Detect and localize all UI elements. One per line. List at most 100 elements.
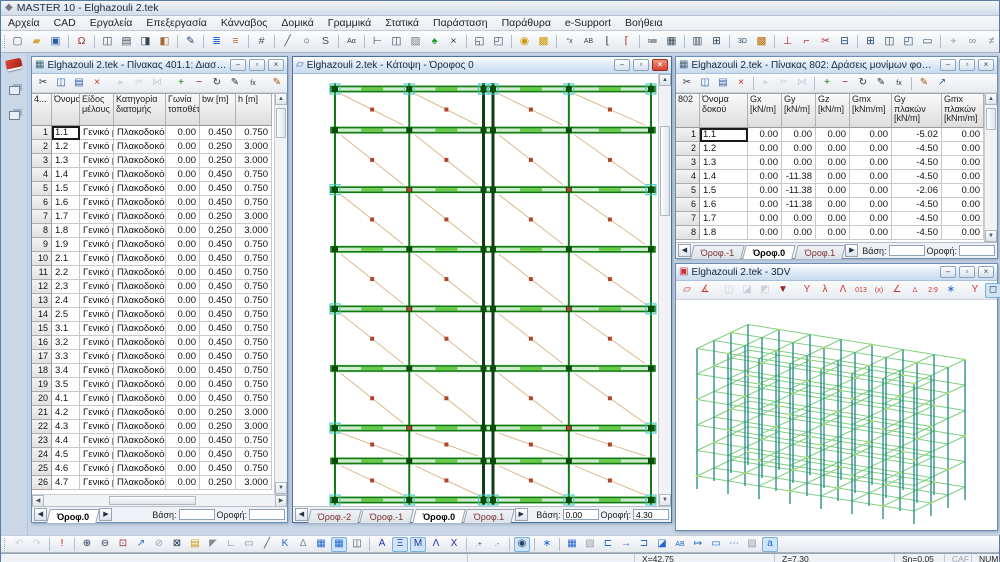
cell[interactable]: 4.3 [52, 420, 80, 434]
minimize-button[interactable]: – [614, 59, 630, 71]
zoom-view-button[interactable]: ◩ [757, 283, 773, 298]
cell[interactable]: 1.4 [52, 168, 80, 182]
cell[interactable]: 0.00 [816, 142, 850, 156]
cell[interactable]: 0.00 [782, 156, 816, 170]
cell[interactable]: 1.7 [52, 210, 80, 224]
cell[interactable]: 0.250 [200, 406, 236, 420]
roof-input[interactable] [959, 245, 995, 256]
cell[interactable]: 0.00 [166, 378, 200, 392]
minimize-button[interactable]: – [230, 59, 246, 71]
cell[interactable]: Πλακοδοκός [114, 392, 166, 406]
cell[interactable]: Πλακοδοκός [114, 140, 166, 154]
cell[interactable]: 3.000 [236, 476, 272, 490]
tools-button[interactable]: × [445, 34, 462, 50]
snap-left-button[interactable]: ⊏ [600, 537, 616, 552]
cell[interactable]: 2.1 [52, 252, 80, 266]
cell[interactable]: 4.6 [52, 462, 80, 476]
cell[interactable]: Γενικό μέ [80, 196, 114, 210]
column-header[interactable]: Gy [kN/m] [782, 94, 816, 128]
cell[interactable]: 0.750 [236, 266, 272, 280]
level-down-button[interactable]: ⌊ [599, 34, 616, 50]
row-number[interactable]: 20 [32, 392, 52, 406]
save-button[interactable]: ▣ [47, 34, 64, 50]
cell[interactable]: 4.1 [52, 392, 80, 406]
point-del-button[interactable]: .- [489, 537, 505, 552]
cell[interactable]: 0.450 [200, 308, 236, 322]
column-header[interactable]: Gz [kN/m] [816, 94, 850, 128]
plan-canvas[interactable] [293, 74, 658, 506]
cell[interactable]: 0.750 [236, 434, 272, 448]
row-number[interactable]: 3 [676, 156, 700, 170]
cell[interactable]: Πλακοδοκός [114, 238, 166, 252]
remove-row-button[interactable]: − [837, 76, 853, 91]
cell[interactable]: 1.8 [52, 224, 80, 238]
row-number[interactable]: 10 [32, 252, 52, 266]
roof-input[interactable] [633, 509, 669, 520]
cell[interactable]: 0.00 [166, 336, 200, 350]
cut-button[interactable]: ✂ [679, 76, 695, 91]
cell[interactable]: Πλακοδοκός [114, 448, 166, 462]
row-number[interactable]: 4 [676, 170, 700, 184]
cell[interactable]: Πλακοδοκός [114, 182, 166, 196]
cell[interactable]: Πλακοδοκός [114, 252, 166, 266]
column-header[interactable]: Όνομα [52, 94, 80, 126]
menu-item-3[interactable]: Εργαλεία [83, 16, 140, 31]
cell[interactable]: Πλακοδοκός [114, 210, 166, 224]
cell[interactable]: 1.9 [52, 238, 80, 252]
cell[interactable]: 0.750 [236, 252, 272, 266]
cell[interactable]: 0.450 [200, 182, 236, 196]
cell[interactable]: 0.450 [200, 196, 236, 210]
cell[interactable]: 0.00 [850, 170, 892, 184]
print-button[interactable]: ▤ [118, 34, 135, 50]
cell[interactable]: 4.4 [52, 434, 80, 448]
cell[interactable]: Πλακοδοκός [114, 294, 166, 308]
cell[interactable]: Γενικό μέ [80, 140, 114, 154]
copy-drawing-button[interactable]: ◫ [99, 34, 116, 50]
cell[interactable]: Πλακοδοκός [114, 378, 166, 392]
cell[interactable]: 0.00 [166, 420, 200, 434]
cell[interactable]: Γενικό μέ [80, 364, 114, 378]
tab-scroll-right[interactable]: ▶ [515, 508, 528, 521]
tab-scroll-right[interactable]: ▶ [845, 244, 858, 257]
cell[interactable]: 0.00 [166, 364, 200, 378]
cell[interactable]: 0.250 [200, 154, 236, 168]
row-number[interactable]: 7 [32, 210, 52, 224]
cell[interactable]: 0.750 [236, 182, 272, 196]
cell[interactable]: 0.750 [236, 336, 272, 350]
base-input[interactable] [563, 509, 599, 520]
edit-cell-button[interactable]: ✎ [227, 76, 243, 91]
cell[interactable]: 0.00 [816, 226, 850, 240]
cell[interactable]: 1.5 [52, 182, 80, 196]
maximize-button[interactable]: ▫ [959, 59, 975, 71]
cell[interactable]: 3.1 [52, 322, 80, 336]
cell[interactable]: 0.00 [850, 212, 892, 226]
cell[interactable]: 0.00 [166, 434, 200, 448]
cell[interactable]: Γενικό μέ [80, 238, 114, 252]
remove-row-button[interactable]: − [191, 76, 207, 91]
cell[interactable]: 0.00 [166, 168, 200, 182]
row-number[interactable]: 9 [32, 238, 52, 252]
badge-xi-button[interactable]: Ξ [392, 537, 408, 552]
cell[interactable]: -2.06 [892, 184, 942, 198]
cell[interactable]: -11.38 [782, 198, 816, 212]
column-header[interactable]: h [m] [236, 94, 272, 126]
snap-right-button[interactable]: ⊐ [636, 537, 652, 552]
scroll-up-button[interactable]: ▲ [275, 93, 287, 105]
menu-item-11[interactable]: e-Support [558, 16, 618, 31]
flag-button[interactable]: ◤ [205, 537, 221, 552]
cell[interactable]: 4.5 [52, 448, 80, 462]
cell[interactable]: 0.00 [816, 170, 850, 184]
cell[interactable]: Πλακοδοκός [114, 266, 166, 280]
hatch-tool-button[interactable]: ▨ [407, 34, 424, 50]
cell[interactable]: 4.7 [52, 476, 80, 490]
new-file-button[interactable]: ▢ [9, 34, 26, 50]
zoom-prev-button[interactable]: ⊘ [151, 537, 167, 552]
dim-x-button[interactable]: (x) [871, 283, 887, 298]
cell[interactable]: -4.50 [892, 156, 942, 170]
cut-disabled-button[interactable]: ✂ [131, 76, 147, 91]
cell[interactable]: Γενικό μέ [80, 294, 114, 308]
cell[interactable]: 0.00 [850, 226, 892, 240]
cell[interactable]: 0.450 [200, 266, 236, 280]
cell[interactable]: 0.450 [200, 378, 236, 392]
cell[interactable]: 3.3 [52, 350, 80, 364]
